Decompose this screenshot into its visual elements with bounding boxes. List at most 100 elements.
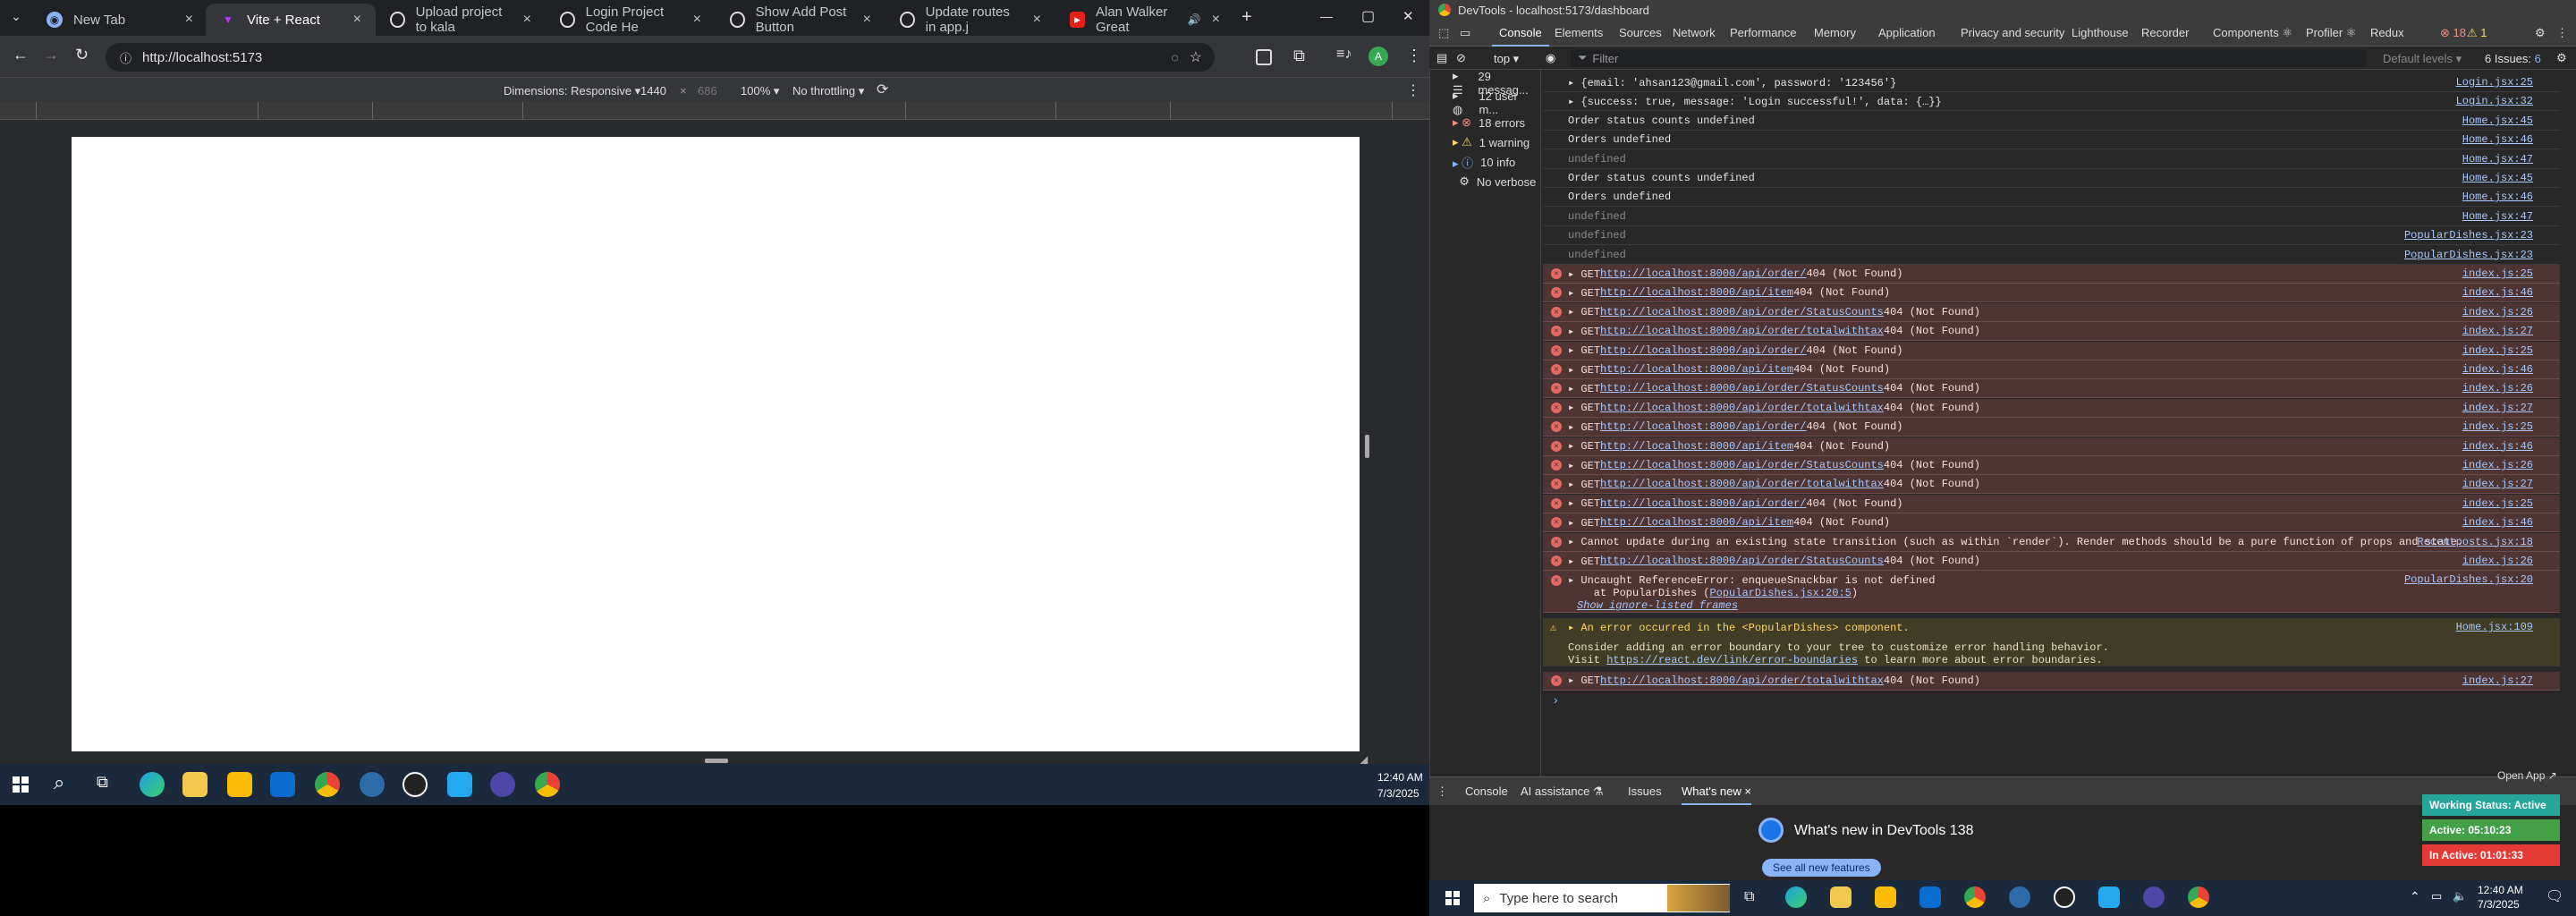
app-icon[interactable] xyxy=(360,772,385,797)
issues-button[interactable]: 6 Issues: 6 xyxy=(2485,52,2541,65)
warning-message[interactable]: ▸ An error occurred in the <PopularDishe… xyxy=(1568,621,2560,634)
source-link[interactable]: index.js:26 xyxy=(2462,306,2533,318)
source-link[interactable]: Home.jsx:47 xyxy=(2462,153,2533,165)
tab-sources[interactable]: Sources xyxy=(1619,20,1662,47)
console-message[interactable]: ▸ GET xyxy=(1568,516,1600,530)
file-explorer-icon[interactable] xyxy=(1830,886,1852,908)
vscode-icon[interactable] xyxy=(447,772,472,797)
open-app-link[interactable]: Open App ↗ xyxy=(2497,769,2557,782)
console-message[interactable]: Orders undefined xyxy=(1568,133,1671,146)
app-icon[interactable] xyxy=(2009,886,2030,908)
console-message[interactable]: undefined xyxy=(1568,210,1626,223)
console-message[interactable]: ▸ GET xyxy=(1568,420,1600,434)
console-url-link[interactable]: http://localhost:8000/api/item xyxy=(1600,286,1793,299)
sidebar-info[interactable]: ▸ ⓘ 10 info xyxy=(1453,152,1515,172)
puzzle-icon[interactable]: ⧉ xyxy=(1293,47,1305,65)
console-message[interactable]: ▸ GET xyxy=(1568,286,1600,300)
console-url-link[interactable]: http://localhost:8000/api/order/StatusCo… xyxy=(1600,459,1884,471)
zoom-app-icon[interactable] xyxy=(490,772,515,797)
device-toolbar-menu-icon[interactable]: ⋮ xyxy=(1406,81,1420,99)
tab-vite-react[interactable]: ▼ Vite + React × xyxy=(206,4,376,36)
source-link[interactable]: index.js:46 xyxy=(2462,286,2533,299)
tab-close-icon[interactable]: × xyxy=(353,12,361,28)
live-expression-icon[interactable]: ◉ xyxy=(1546,51,1555,65)
resize-handle-right[interactable] xyxy=(1365,435,1369,458)
warning-count-badge[interactable]: ⚠ 1 xyxy=(2467,20,2487,47)
console-message[interactable]: undefined xyxy=(1568,249,1626,261)
levels-select[interactable]: Default levels ▾ xyxy=(2383,52,2462,66)
settings-icon[interactable]: ⚙ xyxy=(2535,20,2546,47)
drawer-tab-ai[interactable]: AI assistance ⚗ xyxy=(1521,785,1604,799)
chrome-taskbar-icon[interactable] xyxy=(1964,886,1986,908)
tab-new-tab[interactable]: ◉ New Tab × xyxy=(32,4,208,36)
page-content[interactable] xyxy=(72,137,1360,751)
tab-memory[interactable]: Memory xyxy=(1814,20,1856,47)
console-url-link[interactable]: http://localhost:8000/api/order/totalwit… xyxy=(1600,402,1884,414)
windows-start-icon[interactable] xyxy=(1445,891,1460,905)
address-bar[interactable]: ⓘ http://localhost:5173 ◌ ☆ xyxy=(106,43,1215,72)
tab-close-icon[interactable]: × xyxy=(185,12,193,28)
console-message[interactable]: undefined xyxy=(1568,229,1626,242)
console-message[interactable]: ▸ GET xyxy=(1568,496,1600,510)
console-message[interactable]: undefined xyxy=(1568,153,1626,165)
console-message[interactable]: ▸ Cannot update during an existing state… xyxy=(1568,535,2463,548)
console-url-link[interactable]: http://localhost:8000/api/order/StatusCo… xyxy=(1600,382,1884,394)
console-message[interactable]: ▸ GET xyxy=(1568,267,1600,281)
tab-close-icon[interactable]: × xyxy=(1033,12,1041,28)
chrome-taskbar-icon-2[interactable] xyxy=(535,772,560,797)
source-link[interactable]: index.js:26 xyxy=(2462,459,2533,471)
source-link[interactable]: Home.jsx:46 xyxy=(2462,133,2533,146)
error-count-badge[interactable]: ⊗ 18 xyxy=(2440,20,2466,47)
tab-application[interactable]: Application xyxy=(1878,20,1936,47)
console-url-link[interactable]: http://localhost:8000/api/order/ xyxy=(1600,420,1806,433)
clear-console-icon[interactable]: ⊘ xyxy=(1456,51,1466,65)
mail-icon[interactable] xyxy=(1919,886,1941,908)
media-query-ruler[interactable] xyxy=(0,102,1429,120)
console-message[interactable]: ▸ GET xyxy=(1568,674,1600,687)
source-link[interactable]: index.js:27 xyxy=(2462,674,2533,687)
speaker-icon[interactable]: 🔊 xyxy=(1188,13,1201,26)
more-icon[interactable]: ⋮ xyxy=(2556,20,2568,47)
close-button[interactable]: ✕ xyxy=(1402,8,1414,24)
sidebar-toggle-icon[interactable]: ▤ xyxy=(1436,51,1447,65)
source-link[interactable]: index.js:25 xyxy=(2462,344,2533,357)
source-link[interactable]: index.js:46 xyxy=(2462,440,2533,453)
inspect-icon[interactable]: ⬚ xyxy=(1438,20,1449,47)
tab-show-add-post[interactable]: Show Add Post Button × xyxy=(716,4,886,36)
console-message[interactable]: ▸ GET xyxy=(1568,478,1600,491)
filter-input[interactable]: ⏷ Filter xyxy=(1571,49,2367,67)
console-url-link[interactable]: http://localhost:8000/api/item xyxy=(1600,516,1793,529)
console-url-link[interactable]: http://localhost:8000/api/item xyxy=(1600,440,1793,453)
tab-close-icon[interactable]: × xyxy=(1212,12,1220,28)
task-view-icon[interactable]: ⧉ xyxy=(97,773,108,792)
file-explorer-icon[interactable] xyxy=(182,772,208,797)
store-icon[interactable] xyxy=(227,772,252,797)
zoom-app-icon[interactable] xyxy=(2143,886,2165,908)
edge-icon[interactable] xyxy=(1785,886,1807,908)
drawer-tab-whats-new[interactable]: What's new × xyxy=(1682,785,1751,805)
tray-chevron-icon[interactable]: ⌃ xyxy=(2410,889,2420,904)
source-link[interactable]: index.js:27 xyxy=(2462,402,2533,414)
mail-icon[interactable] xyxy=(270,772,295,797)
console-prompt[interactable]: › xyxy=(1552,694,1559,708)
sidebar-errors[interactable]: ▸ ⊗ 18 errors xyxy=(1453,113,1525,132)
media-icon[interactable]: ≡♪ xyxy=(1336,47,1352,63)
new-tab-button[interactable]: + xyxy=(1241,7,1252,28)
tab-profiler[interactable]: Profiler ⚛ xyxy=(2306,20,2356,47)
tab-redux[interactable]: Redux xyxy=(2370,20,2404,47)
width-input[interactable]: 1440 xyxy=(640,84,666,98)
tab-elements[interactable]: Elements xyxy=(1555,20,1603,47)
source-link[interactable]: index.js:46 xyxy=(2462,363,2533,376)
stack-link[interactable]: PopularDishes.jsx:20:5 xyxy=(1709,587,1851,599)
console-url-link[interactable]: http://localhost:8000/api/order/ xyxy=(1600,344,1806,357)
console-message[interactable]: ▸ {success: true, message: 'Login succes… xyxy=(1568,95,1942,108)
search-box[interactable]: ⌕ Type here to search xyxy=(1474,884,1730,912)
avatar[interactable]: A xyxy=(1368,47,1388,66)
tab-console[interactable]: Console xyxy=(1492,20,1549,47)
source-link[interactable]: Home.jsx:45 xyxy=(2462,172,2533,184)
console-url-link[interactable]: http://localhost:8000/api/order/totalwit… xyxy=(1600,674,1884,687)
eye-off-icon[interactable]: ◌ xyxy=(1171,50,1178,64)
minimize-button[interactable]: — xyxy=(1320,9,1333,23)
tab-alan-walker[interactable]: ▶ Alan Walker Great 🔊 × xyxy=(1055,4,1234,36)
source-link[interactable]: Home.jsx:47 xyxy=(2462,210,2533,223)
